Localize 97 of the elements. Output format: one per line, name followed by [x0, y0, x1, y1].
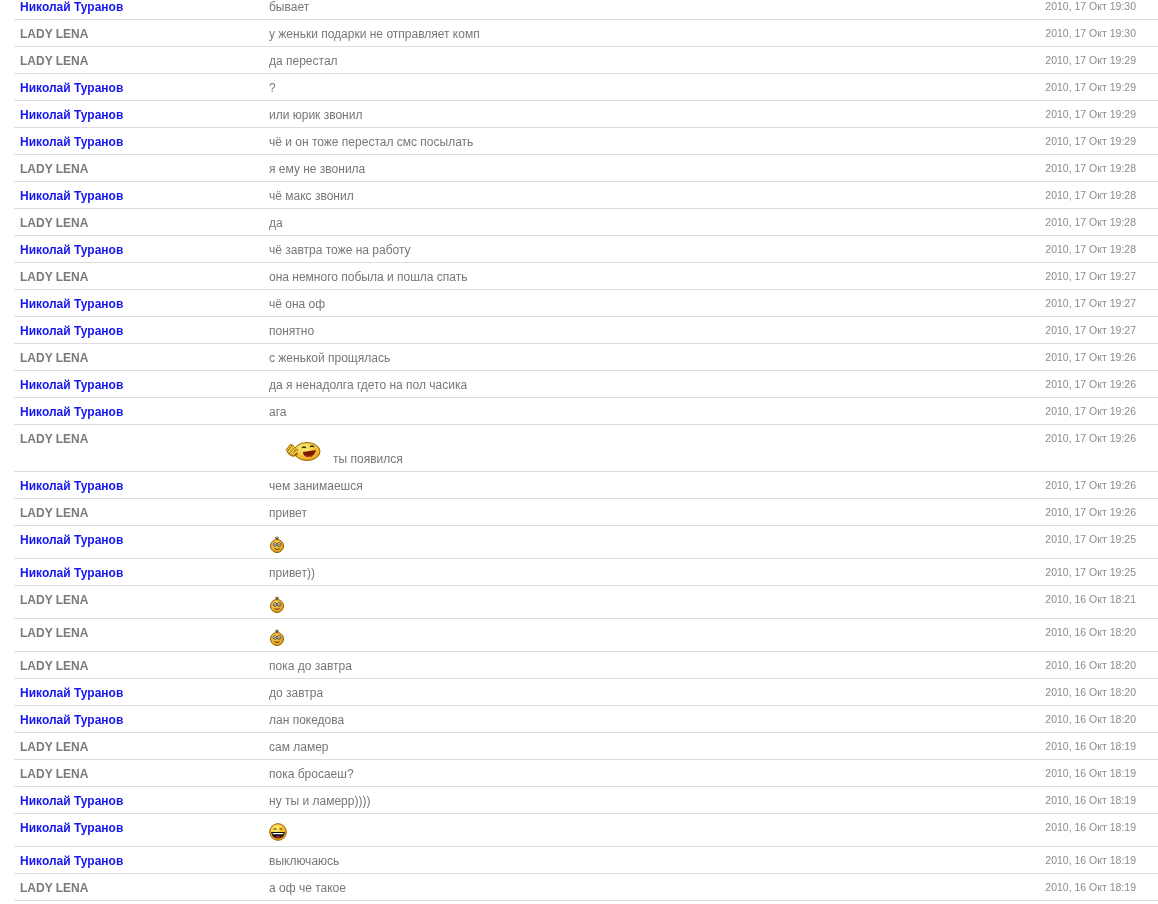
author-link[interactable]: Николай Туранов: [20, 854, 124, 868]
author-link[interactable]: Николай Туранов: [20, 821, 124, 835]
message-time: 2010, 17 Окт 19:30: [1045, 27, 1137, 40]
message-time: 2010, 17 Окт 19:26: [1045, 506, 1137, 519]
message-time: 2010, 16 Окт 18:20: [1045, 686, 1137, 699]
waving-smiley-icon: [285, 441, 321, 461]
author-link[interactable]: Николай Туранов: [20, 243, 124, 257]
message-time: 2010, 17 Окт 19:25: [1045, 533, 1137, 546]
author-link[interactable]: LADY LENA: [20, 351, 89, 365]
message-time: 2010, 16 Окт 18:21: [1045, 593, 1137, 606]
message-text: да перестал: [269, 54, 338, 68]
author-link[interactable]: Николай Туранов: [20, 108, 124, 122]
author-link[interactable]: LADY LENA: [20, 593, 89, 607]
author-link[interactable]: Николай Туранов: [20, 686, 124, 700]
message-time: 2010, 16 Окт 18:19: [1045, 740, 1137, 753]
message-time: 2010, 17 Окт 19:26: [1045, 405, 1137, 418]
message-text: выключаюсь: [269, 854, 340, 868]
author-link[interactable]: LADY LENA: [20, 626, 89, 640]
message-time: 2010, 16 Окт 18:20: [1045, 713, 1137, 726]
author-link[interactable]: LADY LENA: [20, 506, 89, 520]
message-time: 2010, 17 Окт 19:26: [1045, 432, 1137, 445]
author-link[interactable]: Николай Туранов: [20, 794, 124, 808]
author-link[interactable]: LADY LENA: [20, 162, 89, 176]
author-link[interactable]: Николай Туранов: [20, 566, 124, 580]
author-link[interactable]: Николай Туранов: [20, 135, 124, 149]
message-time: 2010, 16 Окт 18:20: [1045, 659, 1137, 672]
message-time: 2010, 17 Окт 19:26: [1045, 378, 1137, 391]
message-text: ага: [269, 405, 287, 419]
message-time: 2010, 17 Окт 19:29: [1045, 135, 1137, 148]
message-time: 2010, 17 Окт 19:28: [1045, 162, 1137, 175]
author-link[interactable]: LADY LENA: [20, 432, 89, 446]
smiley-icon: [269, 595, 285, 613]
author-link[interactable]: Николай Туранов: [20, 81, 124, 95]
message-text: привет)): [269, 566, 315, 580]
message-text: у женьки подарки не отправляет комп: [269, 27, 480, 41]
message-text: до завтра: [269, 686, 324, 700]
message-text: бывает: [269, 0, 310, 14]
author-link[interactable]: LADY LENA: [20, 54, 89, 68]
message-text: чё она оф: [269, 297, 326, 311]
author-link[interactable]: Николай Туранов: [20, 189, 124, 203]
grinning-smiley-icon: [269, 823, 287, 841]
author-link[interactable]: Николай Туранов: [20, 378, 124, 392]
author-link[interactable]: Николай Туранов: [20, 713, 124, 727]
message-text: ?: [269, 81, 276, 95]
message-time: 2010, 16 Окт 18:20: [1045, 626, 1137, 639]
author-link[interactable]: LADY LENA: [20, 881, 89, 895]
message-time: 2010, 17 Окт 19:26: [1045, 479, 1137, 492]
smiley-icon: [269, 628, 285, 646]
author-link[interactable]: LADY LENA: [20, 270, 89, 284]
message-time: 2010, 17 Окт 19:28: [1045, 243, 1137, 256]
message-time: 2010, 17 Окт 19:29: [1045, 81, 1137, 94]
message-time: 2010, 16 Окт 18:19: [1045, 767, 1137, 780]
author-link[interactable]: Николай Туранов: [20, 479, 124, 493]
author-link[interactable]: Николай Туранов: [20, 533, 124, 547]
message-text: а оф че такое: [269, 881, 346, 895]
message-text: она немного побыла и пошла спать: [269, 270, 468, 284]
message-time: 2010, 17 Окт 19:25: [1045, 566, 1137, 579]
message-text: ты появился: [333, 452, 403, 466]
author-link[interactable]: LADY LENA: [20, 659, 89, 673]
message-text: да я ненадолга гдето на пол часика: [269, 378, 468, 392]
message-text: да: [269, 216, 283, 230]
message-text: пока бросаеш?: [269, 767, 354, 781]
message-text: понятно: [269, 324, 315, 338]
smiley-icon: [269, 535, 285, 553]
author-link[interactable]: Николай Туранов: [20, 297, 124, 311]
author-link[interactable]: LADY LENA: [20, 216, 89, 230]
message-time: 2010, 17 Окт 19:27: [1045, 270, 1137, 283]
message-time: 2010, 17 Окт 19:30: [1045, 0, 1137, 13]
message-time: 2010, 17 Окт 19:29: [1045, 108, 1137, 121]
author-link[interactable]: LADY LENA: [20, 740, 89, 754]
message-time: 2010, 17 Окт 19:27: [1045, 324, 1137, 337]
message-time: 2010, 17 Окт 19:28: [1045, 189, 1137, 202]
message-time: 2010, 17 Окт 19:29: [1045, 54, 1137, 67]
message-text: чем занимаешся: [269, 479, 363, 493]
message-text: привет: [269, 506, 307, 520]
author-link[interactable]: Николай Туранов: [20, 324, 124, 338]
author-link[interactable]: Николай Туранов: [20, 405, 124, 419]
message-text: лан покедова: [269, 713, 345, 727]
message-time: 2010, 17 Окт 19:27: [1045, 297, 1137, 310]
message-text: с женькой прощялась: [269, 351, 391, 365]
author-link[interactable]: LADY LENA: [20, 27, 89, 41]
message-time: 2010, 16 Окт 18:19: [1045, 821, 1137, 834]
message-time: 2010, 16 Окт 18:19: [1045, 854, 1137, 867]
author-link[interactable]: LADY LENA: [20, 767, 89, 781]
message-text: чё завтра тоже на работу: [269, 243, 411, 257]
message-time: 2010, 16 Окт 18:19: [1045, 794, 1137, 807]
author-link[interactable]: Николай Туранов: [20, 0, 124, 14]
message-text: сам ламер: [269, 740, 329, 754]
message-time: 2010, 16 Окт 18:19: [1045, 881, 1137, 894]
message-text: пока до завтра: [269, 659, 352, 673]
message-text: чё и он тоже перестал смс посылать: [269, 135, 474, 149]
message-text: или юрик звонил: [269, 108, 363, 122]
message-text: я ему не звонила: [269, 162, 366, 176]
message-time: 2010, 17 Окт 19:26: [1045, 351, 1137, 364]
message-text: чё макс звонил: [269, 189, 354, 203]
message-time: 2010, 17 Окт 19:28: [1045, 216, 1137, 229]
message-text: ну ты и ламерр)))): [269, 794, 371, 808]
